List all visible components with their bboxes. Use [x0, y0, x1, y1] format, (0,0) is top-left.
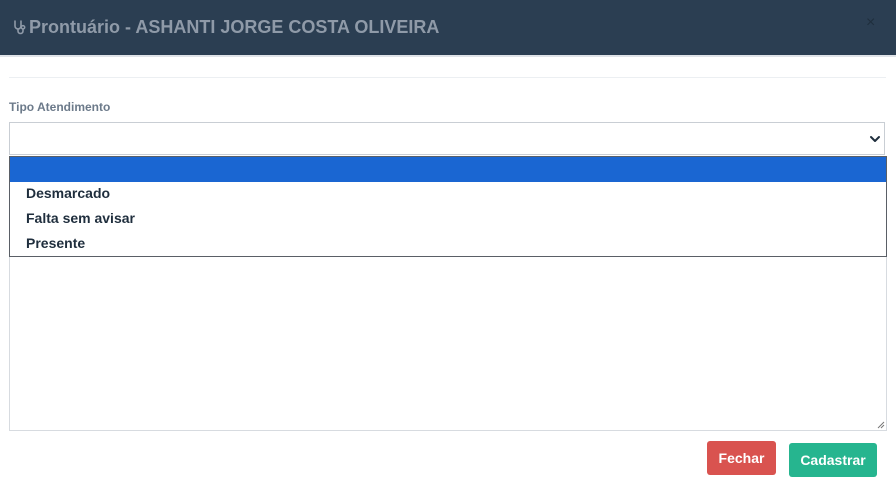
modal-header: Prontuário - ASHANTI JORGE COSTA OLIVEIR… [0, 0, 896, 57]
cadastrar-button[interactable]: Cadastrar [789, 443, 877, 477]
tipo-atendimento-label: Tipo Atendimento [9, 100, 111, 114]
close-icon[interactable]: × [866, 15, 878, 31]
option-falta-sem-avisar[interactable]: Falta sem avisar [10, 206, 886, 231]
tipo-atendimento-select[interactable] [9, 122, 885, 155]
resize-grip-icon[interactable] [877, 421, 885, 429]
chevron-down-icon [870, 136, 880, 142]
prontuario-modal: Prontuário - ASHANTI JORGE COSTA OLIVEIR… [0, 0, 896, 491]
modal-title-text: Prontuário - ASHANTI JORGE COSTA OLIVEIR… [29, 17, 440, 37]
modal-title: Prontuário - ASHANTI JORGE COSTA OLIVEIR… [12, 16, 439, 38]
option-empty[interactable] [10, 157, 886, 182]
fechar-button[interactable]: Fechar [707, 441, 776, 475]
section-divider [9, 77, 886, 78]
tipo-atendimento-dropdown: Desmarcado Falta sem avisar Presente [9, 156, 887, 257]
stethoscope-icon [14, 20, 26, 35]
option-presente[interactable]: Presente [10, 231, 886, 256]
option-desmarcado[interactable]: Desmarcado [10, 181, 886, 206]
